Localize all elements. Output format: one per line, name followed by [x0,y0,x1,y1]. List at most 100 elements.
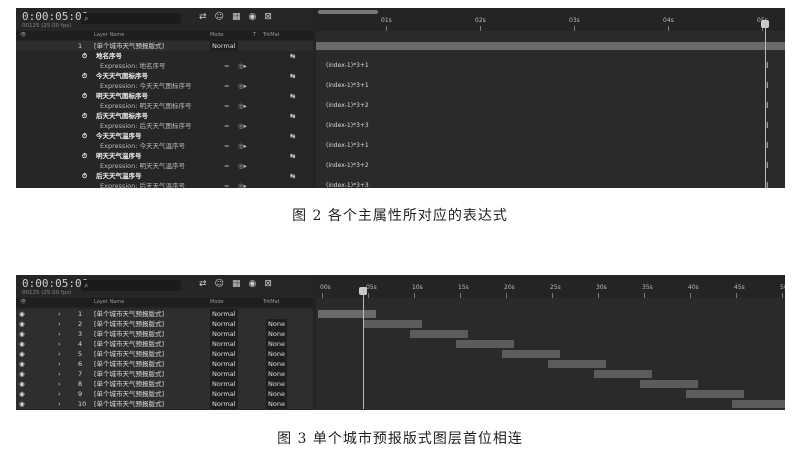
pickwhip-icon[interactable]: ◎▸ [238,121,247,131]
mode-dropdown[interactable]: Normal [210,359,238,369]
layer-name[interactable]: [单个城市天气预报版式] [94,349,164,359]
layer-name[interactable]: [单个城市天气预报版式] [94,309,164,319]
pickwhip-icon[interactable]: ◎▸ [238,61,247,71]
motion-blur-icon[interactable]: ◉ [248,12,256,22]
equals-icon[interactable]: = [224,161,229,171]
visibility-icon[interactable]: ◉ [19,399,25,409]
mode-dropdown[interactable]: Normal [210,339,238,349]
trkmat-dropdown[interactable]: None [266,389,287,399]
pickwhip-icon[interactable]: ◎▸ [238,181,247,188]
expression-text-row[interactable]: (index-1)*3+1 I [316,61,785,71]
search-input[interactable]: ⌕ [81,280,181,291]
time-ruler[interactable]: 00s 05s 10s 15s 20s 25s 30s 35s 40s 45s 50s [316,275,785,298]
property-row[interactable]: ⏱ 明天天气温序号 ⇆ [16,151,313,161]
keyframe-marker[interactable]: I [766,141,768,151]
layer-duration-bar[interactable] [456,340,514,348]
timecode[interactable]: 0:00:05:00 [22,10,88,23]
pickwhip-icon[interactable]: ◎▸ [238,141,247,151]
stopwatch-icon[interactable]: ⏱ [82,171,87,181]
property-row[interactable]: ⏱ 今天天气图标序号 ⇆ [16,71,313,81]
draft-3d-icon[interactable]: ⇄ [199,12,207,22]
layer-row[interactable]: ◉ › 3 [单个城市天气预报版式] Normal None [16,329,313,339]
expand-arrow-icon[interactable]: › [58,349,61,359]
frame-blend-icon[interactable]: ▦ [232,12,241,22]
mode-dropdown[interactable]: Normal [210,319,238,329]
expression-text[interactable]: (index-1)*3+2 [326,101,369,111]
layer-row[interactable]: ◉ › 6 [单个城市天气预报版式] Normal None [16,359,313,369]
visibility-icon[interactable]: ◉ [19,339,25,349]
expand-arrow-icon[interactable]: › [58,319,61,329]
layer-name[interactable]: [单个城市天气预报版式] [94,319,164,329]
keyframe-marker[interactable]: I [766,121,768,131]
frame-blend-icon[interactable]: ▦ [232,279,241,289]
property-row[interactable]: ⏱ 今天天气温序号 ⇆ [16,131,313,141]
layer-row[interactable]: ◉ › 9 [单个城市天气预报版式] Normal None [16,389,313,399]
time-ruler[interactable]: 01s02s03s04s05s [316,8,785,31]
link-icon[interactable]: ⇆ [290,151,295,161]
equals-icon[interactable]: = [224,81,229,91]
visibility-icon[interactable]: ◉ [19,389,25,399]
trkmat-dropdown[interactable]: None [266,319,287,329]
link-icon[interactable]: ⇆ [290,111,295,121]
expression-text-row[interactable]: (index-1)*3+2 I [316,161,785,171]
trkmat-dropdown[interactable]: None [266,339,287,349]
mode-dropdown[interactable]: Normal [210,379,238,389]
layer-name[interactable]: [单个城市天气预报版式] [94,399,164,409]
visibility-icon[interactable]: ◉ [19,329,25,339]
motion-blur-icon[interactable]: ◉ [248,279,256,289]
timecode[interactable]: 0:00:05:00 [22,277,88,290]
draft-3d-icon[interactable]: ⇄ [199,279,207,289]
layer-row[interactable]: ◉ › 2 [单个城市天气预报版式] Normal None [16,319,313,329]
layer-duration-bar[interactable] [594,370,652,378]
mode-dropdown[interactable]: Normal [210,349,238,359]
layer-row[interactable]: ◉ › 5 [单个城市天气预报版式] Normal None [16,349,313,359]
stopwatch-icon[interactable]: ⏱ [82,51,87,61]
mode-dropdown[interactable]: Normal [210,369,238,379]
expression-text-row[interactable]: (index-1)*3+2 I [316,101,785,111]
expression-text[interactable]: (index-1)*3+1 [326,141,369,151]
layer-duration-bar[interactable] [548,360,606,368]
equals-icon[interactable]: = [224,141,229,151]
property-row[interactable]: ⏱ 后天天气图标序号 ⇆ [16,111,313,121]
expand-arrow-icon[interactable]: › [58,389,61,399]
trkmat-dropdown[interactable]: None [266,349,287,359]
expand-arrow-icon[interactable]: › [58,369,61,379]
keyframe-marker[interactable]: I [766,81,768,91]
layer-row[interactable]: 1 [单个城市天气预报版式] Normal [16,41,313,51]
pickwhip-icon[interactable]: ◎▸ [238,101,247,111]
expression-text-row[interactable]: (index-1)*3+3 I [316,121,785,131]
layer-row[interactable]: ◉ › 1 [单个城市天气预报版式] Normal [16,309,313,319]
pickwhip-icon[interactable]: ◎▸ [238,81,247,91]
layer-row[interactable]: ◉ › 7 [单个城市天气预报版式] Normal None [16,369,313,379]
shy-icon[interactable]: ☺ [215,279,224,289]
equals-icon[interactable]: = [224,181,229,188]
trkmat-dropdown[interactable]: None [266,329,287,339]
work-area-bar[interactable] [318,10,378,14]
layer-name[interactable]: [单个城市天气预报版式] [94,359,164,369]
layer-name[interactable]: [单个城市天气预报版式] [94,339,164,349]
layer-name[interactable]: [单个城市天气预报版式] [94,329,164,339]
link-icon[interactable]: ⇆ [290,171,295,181]
pickwhip-icon[interactable]: ◎▸ [238,161,247,171]
graph-editor-icon[interactable]: ⊠ [264,279,272,289]
expression-text-row[interactable]: (index-1)*3+1 I [316,81,785,91]
mode-dropdown[interactable]: Normal [210,389,238,399]
link-icon[interactable]: ⇆ [290,71,295,81]
expression-text[interactable]: (index-1)*3+1 [326,81,369,91]
expand-arrow-icon[interactable]: › [58,379,61,389]
expand-arrow-icon[interactable]: › [58,309,61,319]
expression-text-row[interactable]: (index-1)*3+1 I [316,141,785,151]
layer-duration-bar[interactable] [640,380,698,388]
expand-arrow-icon[interactable]: › [58,339,61,349]
layer-row[interactable]: ◉ › 4 [单个城市天气预报版式] Normal None [16,339,313,349]
visibility-icon[interactable]: ◉ [19,349,25,359]
keyframe-marker[interactable]: I [766,181,768,188]
keyframe-marker[interactable]: I [766,61,768,71]
mode-dropdown[interactable]: Normal [210,41,238,51]
expression-text[interactable]: (index-1)*3+2 [326,161,369,171]
layer-name[interactable]: [单个城市天气预报版式] [94,369,164,379]
layer-duration-bar[interactable] [686,390,744,398]
trkmat-dropdown[interactable]: None [266,359,287,369]
visibility-icon[interactable]: ◉ [19,319,25,329]
link-icon[interactable]: ⇆ [290,91,295,101]
